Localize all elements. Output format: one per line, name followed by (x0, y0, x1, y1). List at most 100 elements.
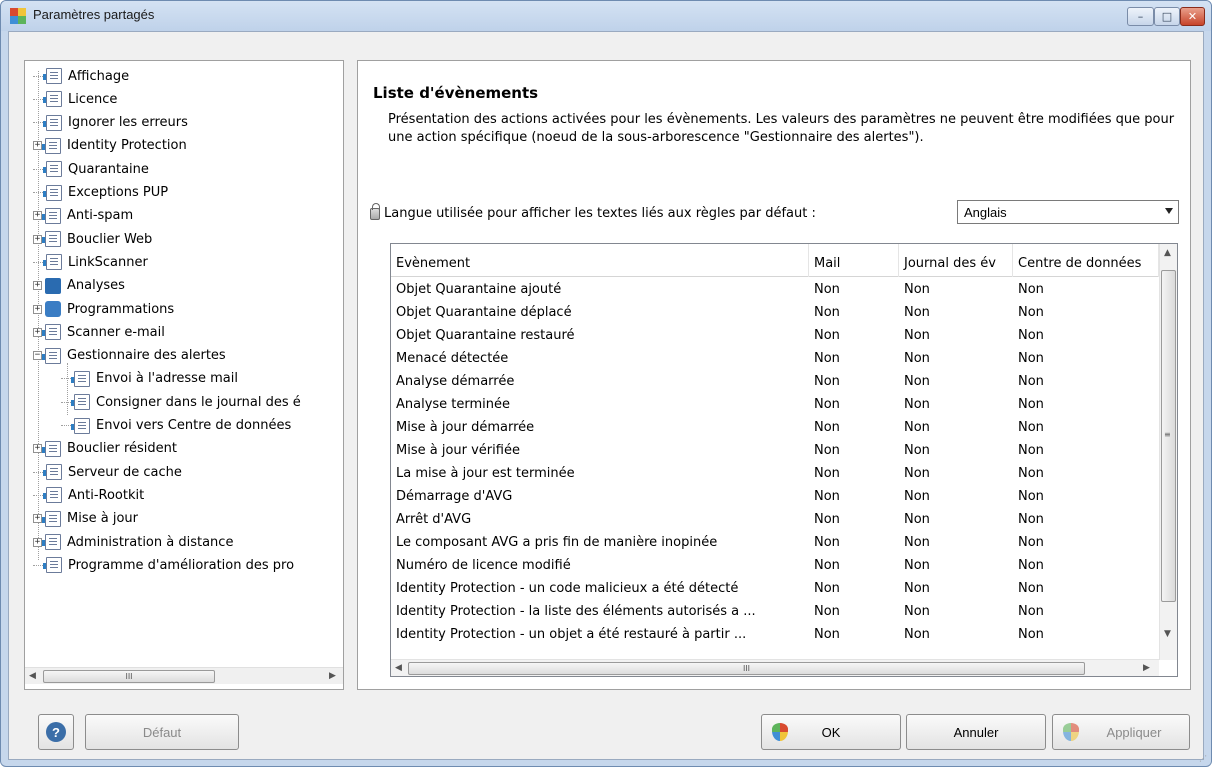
tree-item[interactable]: Programme d'amélioration des pro (33, 554, 294, 576)
tree-item-label: Anti-Rootkit (68, 487, 145, 503)
table-cell: Non (904, 374, 930, 389)
help-button[interactable]: ? (38, 714, 74, 750)
table-row[interactable]: Identity Protection - un objet a été res… (391, 623, 1159, 646)
events-table[interactable]: Evènement Mail Journal des év Centre de don… (390, 243, 1178, 677)
minimize-button[interactable]: – (1127, 7, 1154, 26)
table-row[interactable]: Numéro de licence modifié Non Non Non (391, 554, 1159, 577)
document-icon (42, 347, 61, 364)
column-header[interactable]: Mail (809, 244, 899, 277)
table-cell: Non (904, 558, 930, 573)
tree-item-label: Bouclier Web (67, 231, 153, 247)
resize-grip-icon[interactable]: ⋰ (1199, 754, 1209, 764)
default-button[interactable]: Défaut (85, 714, 239, 750)
document-icon (43, 487, 62, 504)
table-row[interactable]: Identity Protection - un code malicieux … (391, 577, 1159, 600)
tree-item-label: Programmations (67, 301, 175, 317)
scroll-left-icon[interactable]: ◀ (29, 671, 36, 681)
column-header[interactable]: Centre de données (1013, 244, 1159, 277)
table-cell: Non (814, 581, 840, 596)
table-row[interactable]: Analyse terminée Non Non Non (391, 393, 1159, 416)
tree-item[interactable]: LinkScanner (33, 251, 148, 273)
tree-item[interactable]: + Scanner e-mail (33, 321, 165, 343)
document-icon (43, 68, 62, 84)
cancel-button[interactable]: Annuler (906, 714, 1046, 750)
scroll-right-icon[interactable]: ▶ (1143, 663, 1150, 673)
table-horizontal-scrollbar[interactable]: ◀ III ▶ (391, 659, 1159, 676)
tree-item[interactable]: + Bouclier Web (33, 228, 152, 250)
title-bar[interactable]: Paramètres partagés – □ ✕ (1, 1, 1211, 31)
tree-item[interactable]: + Administration à distance (33, 531, 233, 553)
tree-item[interactable]: Envoi à l'adresse mail (61, 368, 238, 390)
close-button[interactable]: ✕ (1180, 7, 1205, 26)
table-cell: Non (814, 397, 840, 412)
scroll-left-icon[interactable]: ◀ (395, 663, 402, 673)
collapse-icon[interactable]: − (33, 351, 42, 361)
tree-item[interactable]: − Gestionnaire des alertes (33, 345, 226, 367)
expand-icon[interactable]: + (33, 141, 42, 151)
tree-item[interactable]: Anti-Rootkit (33, 484, 144, 506)
expand-icon[interactable]: + (33, 537, 42, 547)
tree-item[interactable]: Quarantaine (33, 158, 149, 180)
language-row: Langue utilisée pour afficher les textes… (370, 202, 816, 221)
tree-item[interactable]: Envoi vers Centre de données (61, 415, 291, 437)
tree-item[interactable]: Licence (33, 88, 117, 110)
expand-icon[interactable]: + (33, 211, 42, 221)
expand-icon[interactable]: + (33, 444, 42, 454)
tree-item[interactable]: + Identity Protection (33, 135, 187, 157)
tree-item[interactable]: Serveur de cache (33, 461, 182, 483)
document-icon (42, 324, 61, 341)
scroll-right-icon[interactable]: ▶ (329, 671, 336, 681)
scroll-up-icon[interactable]: ▲ (1164, 248, 1171, 258)
table-header: Evènement Mail Journal des év Centre de don… (391, 244, 1159, 277)
document-icon (43, 184, 62, 201)
expand-icon[interactable]: + (33, 281, 42, 291)
table-vertical-scrollbar[interactable]: ▲ ≡ ▼ (1159, 244, 1177, 660)
table-cell: Non (1018, 305, 1044, 320)
table-cell: Non (814, 420, 840, 435)
table-row[interactable]: La mise à jour est terminée Non Non Non (391, 462, 1159, 485)
column-header[interactable]: Evènement (391, 244, 809, 277)
table-cell: Non (814, 512, 840, 527)
expand-icon[interactable]: + (33, 304, 42, 314)
ok-button[interactable]: OK (761, 714, 901, 750)
language-select[interactable]: Anglais (957, 200, 1179, 224)
expand-icon[interactable]: + (33, 514, 42, 524)
settings-tree[interactable]: Affichage Licence Ignorer les erreurs + Iden… (24, 60, 344, 690)
tree-item[interactable]: Exceptions PUP (33, 182, 168, 204)
table-row[interactable]: Analyse démarrée Non Non Non (391, 370, 1159, 393)
table-row[interactable]: Menacé détectée Non Non Non (391, 347, 1159, 370)
chevron-down-icon[interactable] (1165, 208, 1173, 214)
tree-scroll-thumb[interactable]: III (43, 670, 215, 683)
document-icon (42, 534, 61, 550)
maximize-button[interactable]: □ (1154, 7, 1180, 26)
table-row[interactable]: Mise à jour démarrée Non Non Non (391, 416, 1159, 439)
tree-item[interactable]: Consigner dans le journal des é (61, 391, 301, 413)
table-row[interactable]: Arrêt d'AVG Non Non Non (391, 508, 1159, 531)
tree-item[interactable]: + Analyses (33, 275, 125, 297)
table-row[interactable]: Mise à jour vérifiée Non Non Non (391, 439, 1159, 462)
tree-item-label: LinkScanner (68, 254, 148, 270)
column-header[interactable]: Journal des év (899, 244, 1013, 277)
tree-item-label: Ignorer les erreurs (68, 115, 188, 131)
expand-icon[interactable]: + (33, 327, 42, 337)
tree-item-label: Envoi à l'adresse mail (96, 371, 238, 387)
tree-item[interactable]: + Programmations (33, 298, 174, 320)
table-row[interactable]: Objet Quarantaine restauré Non Non Non (391, 324, 1159, 347)
scroll-down-icon[interactable]: ▼ (1164, 629, 1171, 639)
table-row[interactable]: Démarrage d'AVG Non Non Non (391, 485, 1159, 508)
expand-icon[interactable]: + (33, 234, 42, 244)
tree-item[interactable]: Affichage (33, 65, 129, 87)
close-icon: ✕ (1187, 10, 1198, 23)
tree-horizontal-scrollbar[interactable]: ◀ III ▶ (25, 667, 343, 684)
table-cell: Non (1018, 282, 1044, 297)
tree-item[interactable]: + Anti-spam (33, 205, 133, 227)
apply-button[interactable]: Appliquer (1052, 714, 1190, 750)
tree-item[interactable]: + Mise à jour (33, 508, 138, 530)
tree-item[interactable]: Ignorer les erreurs (33, 112, 188, 134)
table-row[interactable]: Le composant AVG a pris fin de manière i… (391, 531, 1159, 554)
table-row[interactable]: Objet Quarantaine ajouté Non Non Non (391, 278, 1159, 301)
table-hscroll-thumb[interactable]: III (408, 662, 1085, 675)
table-row[interactable]: Objet Quarantaine déplacé Non Non Non (391, 301, 1159, 324)
tree-item[interactable]: + Bouclier résident (33, 438, 177, 460)
table-row[interactable]: Identity Protection - la liste des éléme… (391, 600, 1159, 623)
